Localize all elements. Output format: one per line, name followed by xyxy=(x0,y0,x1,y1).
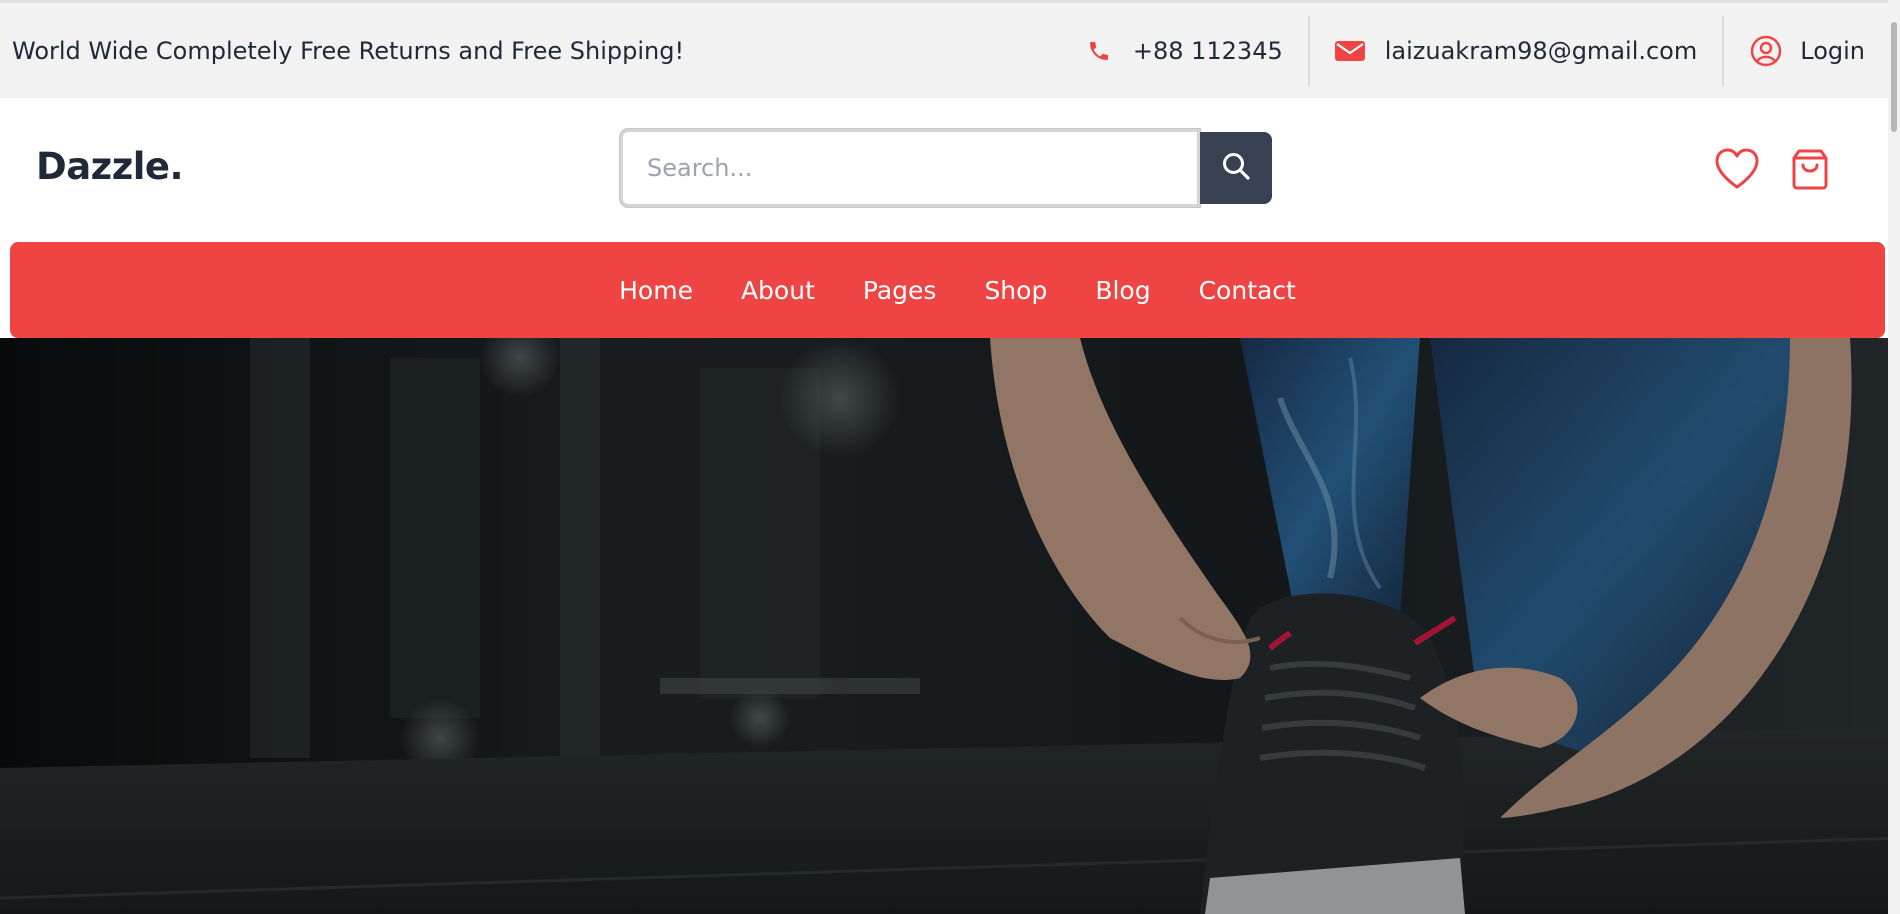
shipping-announcement: World Wide Completely Free Returns and F… xyxy=(12,36,685,65)
email-contact[interactable]: laizuakram98@gmail.com xyxy=(1307,15,1723,86)
cart-button[interactable] xyxy=(1790,148,1830,194)
hero-image xyxy=(0,338,1900,914)
site-header: Dazzle. xyxy=(0,98,1900,242)
nav-item-shop[interactable]: Shop xyxy=(960,276,1071,305)
search-bar xyxy=(620,129,1272,207)
search-icon xyxy=(1220,150,1252,186)
shopping-bag-icon xyxy=(1790,148,1830,194)
heart-icon xyxy=(1714,147,1760,195)
nav-list: Home About Pages Shop Blog Contact xyxy=(595,276,1320,305)
login-label: Login xyxy=(1800,36,1865,65)
page-scrollbar[interactable] xyxy=(1888,0,1900,914)
envelope-icon xyxy=(1334,39,1365,63)
nav-item-blog[interactable]: Blog xyxy=(1071,276,1174,305)
nav-item-about[interactable]: About xyxy=(717,276,839,305)
main-navigation: Home About Pages Shop Blog Contact xyxy=(10,242,1885,338)
nav-item-pages[interactable]: Pages xyxy=(839,276,961,305)
user-circle-icon xyxy=(1750,35,1782,67)
phone-icon xyxy=(1087,39,1111,63)
top-info-bar: World Wide Completely Free Returns and F… xyxy=(0,0,1900,98)
site-logo[interactable]: Dazzle. xyxy=(36,145,184,188)
contact-links: +88 112345 laizuakram98@gmail.com Login xyxy=(1087,3,1865,98)
email-address: laizuakram98@gmail.com xyxy=(1384,36,1698,65)
wishlist-button[interactable] xyxy=(1714,147,1760,195)
search-button[interactable] xyxy=(1200,132,1272,204)
phone-number: +88 112345 xyxy=(1132,36,1283,65)
nav-item-home[interactable]: Home xyxy=(595,276,717,305)
hero-banner xyxy=(0,338,1900,914)
search-input[interactable] xyxy=(620,129,1201,207)
nav-item-contact[interactable]: Contact xyxy=(1175,276,1320,305)
scrollbar-thumb[interactable] xyxy=(1891,22,1897,132)
login-link[interactable]: Login xyxy=(1722,15,1865,86)
header-actions xyxy=(1714,147,1830,195)
phone-contact[interactable]: +88 112345 xyxy=(1087,16,1308,86)
